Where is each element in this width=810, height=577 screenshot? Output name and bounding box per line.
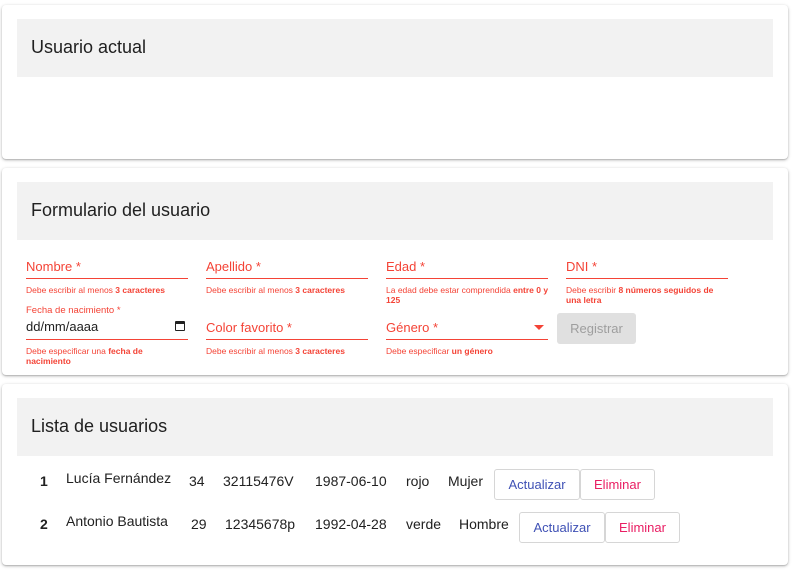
delete-button[interactable]: Eliminar bbox=[580, 469, 655, 500]
row-birthdate: 1992-04-28 bbox=[315, 516, 387, 532]
row-name: Antonio Bautista bbox=[66, 513, 168, 529]
color-label: Color favorito * bbox=[206, 320, 292, 335]
edad-field[interactable]: Edad * bbox=[386, 255, 548, 279]
genero-error: Debe especificar un género bbox=[386, 346, 493, 356]
edad-label: Edad * bbox=[386, 259, 426, 274]
register-button[interactable]: Registrar bbox=[557, 313, 636, 344]
nombre-label: Nombre * bbox=[26, 259, 81, 274]
row-index: 2 bbox=[40, 516, 48, 532]
nombre-error: Debe escribir al menos 3 caracteres bbox=[26, 285, 165, 295]
row-dni: 32115476V bbox=[223, 473, 294, 489]
edad-error: La edad debe estar comprendida entre 0 y… bbox=[386, 285, 549, 305]
update-button[interactable]: Actualizar bbox=[519, 512, 605, 543]
genero-select[interactable]: Género * bbox=[386, 316, 548, 340]
genero-label: Género * bbox=[386, 320, 439, 335]
update-button[interactable]: Actualizar bbox=[494, 469, 580, 500]
users-list-header: Lista de usuarios bbox=[17, 398, 773, 456]
fecha-field[interactable]: dd/mm/aaaa bbox=[26, 316, 188, 340]
delete-button[interactable]: Eliminar bbox=[605, 512, 680, 543]
apellido-label: Apellido * bbox=[206, 259, 261, 274]
row-age: 29 bbox=[191, 516, 207, 532]
current-user-title: Usuario actual bbox=[31, 37, 147, 57]
nombre-field[interactable]: Nombre * bbox=[26, 255, 188, 279]
fecha-error: Debe especificar una fecha de nacimiento bbox=[26, 346, 143, 366]
users-list-title: Lista de usuarios bbox=[31, 416, 168, 436]
apellido-error: Debe escribir al menos 3 caracteres bbox=[206, 285, 345, 295]
user-form-header: Formulario del usuario bbox=[17, 182, 773, 240]
apellido-field[interactable]: Apellido * bbox=[206, 255, 368, 279]
dni-error: Debe escribir 8 números seguidos de una … bbox=[566, 285, 714, 305]
color-field[interactable]: Color favorito * bbox=[206, 316, 368, 340]
chevron-down-icon bbox=[534, 325, 544, 330]
row-gender: Hombre bbox=[459, 516, 509, 532]
dni-field[interactable]: DNI * bbox=[566, 255, 728, 279]
row-age: 34 bbox=[189, 473, 205, 489]
row-birthdate: 1987-06-10 bbox=[315, 473, 387, 489]
dni-label: DNI * bbox=[566, 259, 598, 274]
row-name: Lucía Fernández bbox=[66, 470, 172, 486]
row-color: verde bbox=[406, 516, 442, 532]
current-user-card: Usuario actual bbox=[2, 5, 788, 159]
row-index: 1 bbox=[40, 473, 48, 489]
row-color: rojo bbox=[406, 473, 430, 489]
row-dni: 12345678p bbox=[225, 516, 296, 532]
color-error: Debe escribir al menos 3 caracteres bbox=[206, 346, 345, 356]
calendar-icon[interactable] bbox=[175, 321, 185, 331]
fecha-placeholder: dd/mm/aaaa bbox=[26, 318, 99, 334]
user-form-title: Formulario del usuario bbox=[31, 200, 211, 220]
current-user-header: Usuario actual bbox=[17, 19, 773, 77]
fecha-label: Fecha de nacimiento * bbox=[26, 305, 121, 316]
fecha-input[interactable]: dd/mm/aaaa bbox=[26, 317, 188, 335]
row-gender: Mujer bbox=[448, 473, 484, 489]
